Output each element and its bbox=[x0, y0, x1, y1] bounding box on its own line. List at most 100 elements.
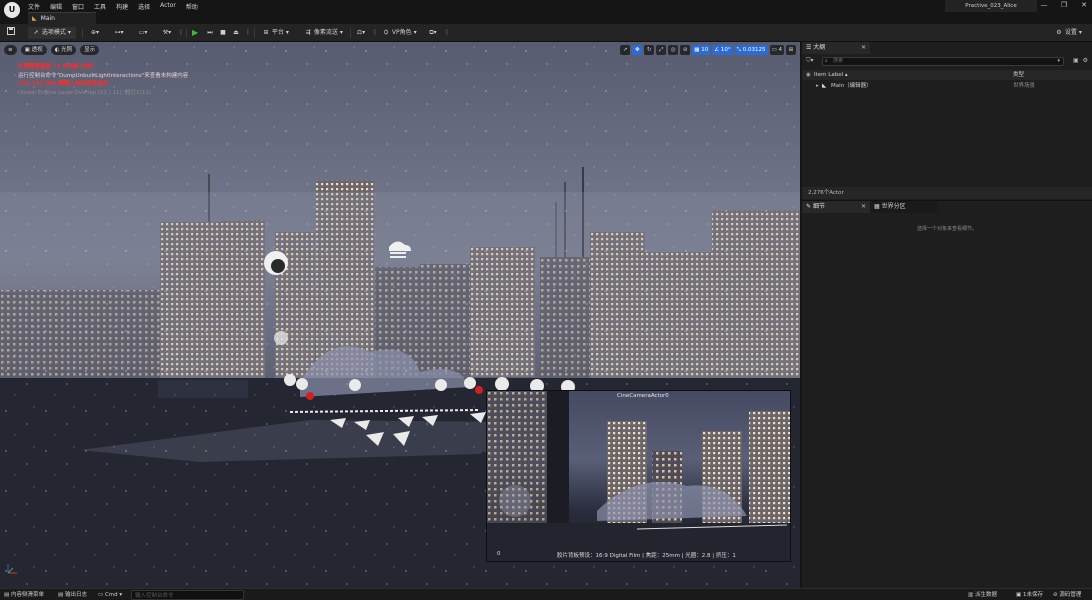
level-tab-label: Main bbox=[40, 15, 55, 22]
derived-data-button[interactable]: ▥ 派生数据 bbox=[968, 590, 997, 600]
menu-tools[interactable]: 工具 bbox=[94, 2, 106, 11]
menu-bar: U 文件 编辑 窗口 工具 构建 选择 Actor 帮助 Practive_02… bbox=[0, 0, 1092, 18]
minimize-icon[interactable]: — bbox=[1040, 1, 1048, 9]
chevron-down-icon: ▾ bbox=[1057, 58, 1060, 64]
status-bar: ▤ 内容侧滑菜单 ▤ 输出日志 ▭ Cmd ▾ 输入控制台命令 ▥ 派生数据 ▣… bbox=[0, 588, 1092, 600]
cinematics-icon[interactable]: ▭▾ bbox=[136, 27, 150, 39]
visibility-icon[interactable]: ◉ bbox=[806, 70, 811, 80]
source-control-button[interactable]: ⊘ 源码管理 bbox=[1053, 590, 1081, 600]
surface-snap-icon[interactable]: ⊘ bbox=[680, 45, 691, 55]
blueprint-icon[interactable]: ⊶▾ bbox=[112, 27, 126, 39]
play-button[interactable]: ▶ bbox=[192, 27, 198, 39]
perspective-button[interactable]: ▣ 透视 bbox=[20, 45, 47, 55]
content-drawer-button[interactable]: ▤ 内容侧滑菜单 bbox=[4, 590, 44, 600]
select-tool-icon[interactable]: ➚ bbox=[620, 45, 631, 55]
view-mode-button[interactable]: ◐ 光照 bbox=[50, 45, 77, 55]
menu-file[interactable]: 文件 bbox=[28, 2, 40, 11]
camera-speed-button[interactable]: ▭ 4 bbox=[769, 45, 784, 55]
texture-streaming-warning: 474.727 MiB 需要上的纹理流送池 bbox=[18, 81, 108, 87]
console-command-input[interactable]: 输入控制台命令 bbox=[131, 590, 244, 600]
viewport-warnings: 光照需要重建（1 未构建 对象） 运行控制台命令"DumpUnbuiltLigh… bbox=[18, 63, 188, 97]
output-log-icon: ▤ bbox=[58, 592, 65, 598]
platform-menu[interactable]: ⊞ 平台 ▾ bbox=[262, 27, 289, 39]
menu-build[interactable]: 构建 bbox=[116, 2, 128, 11]
add-content-icon[interactable]: ⊕▾ bbox=[88, 27, 102, 39]
save-icon[interactable] bbox=[4, 27, 18, 39]
outliner-search-input[interactable]: ⌕ 搜索 ▾ bbox=[822, 57, 1064, 66]
project-name-tab: Practive_023_Alice bbox=[945, 0, 1037, 12]
mode-selector[interactable]: ➚ 选项模式 ▾ bbox=[28, 27, 76, 39]
column-type[interactable]: 类型 bbox=[1013, 70, 1024, 80]
actor-count: 2,276个Actor bbox=[802, 187, 1092, 199]
pixel-streaming-menu[interactable]: ⇶ 像素流送 ▾ bbox=[304, 27, 343, 39]
console-icon: ▭ bbox=[98, 592, 105, 598]
menu-edit[interactable]: 编辑 bbox=[50, 2, 62, 11]
scale-tool-icon[interactable]: ⤢ bbox=[656, 45, 667, 55]
world-local-icon[interactable]: ◎ bbox=[668, 45, 679, 55]
camera-speed-value: 4 bbox=[778, 47, 783, 53]
menu-actor[interactable]: Actor bbox=[160, 2, 176, 11]
output-log-button[interactable]: ▤ 输出日志 bbox=[58, 590, 87, 600]
perspective-icon: ▣ bbox=[24, 47, 32, 53]
viewport-toolbar-right: ➚ ✥ ↻ ⤢ ◎ ⊘ ▦ 10 ∠ 10° ⤡ 0.03125 ▭ 4 ⊞ bbox=[620, 45, 796, 55]
more-options-icon[interactable]: ⋮ bbox=[368, 27, 382, 39]
build-icon[interactable]: ⚒▾ bbox=[160, 27, 174, 39]
scale-snap-toggle[interactable]: ⤡ 0.03125 bbox=[734, 45, 768, 55]
modeling-tools-icon[interactable]: ⚖▾ bbox=[354, 27, 368, 39]
stop-icon[interactable]: ■ bbox=[216, 27, 230, 39]
translate-tool-icon[interactable]: ✥ bbox=[632, 45, 643, 55]
unsaved-button[interactable]: ▣ 1未保存 bbox=[1016, 590, 1043, 600]
viewport-toolbar-left: ≡ ▣ 透视 ◐ 光照 显示 bbox=[4, 45, 100, 55]
level-icon: ◣ bbox=[822, 83, 827, 89]
multi-user-icon[interactable]: ⧉▾ bbox=[426, 27, 440, 39]
toolbar-divider bbox=[186, 28, 187, 38]
chevron-down-icon: ▾ bbox=[413, 29, 417, 36]
cmd-selector[interactable]: ▭ Cmd ▾ bbox=[98, 590, 122, 600]
settings-menu[interactable]: ⚙ 设置 ▾ bbox=[1055, 27, 1082, 39]
restore-icon[interactable]: ❐ bbox=[1060, 1, 1068, 9]
platform-icon: ⊞ bbox=[263, 29, 269, 36]
play-options-icon[interactable]: ⋮ bbox=[241, 27, 255, 39]
chevron-down-icon: ▾ bbox=[339, 29, 343, 36]
main-toolbar: ➚ 选项模式 ▾ ⊕▾ ⊶▾ ▭▾ ⚒▾ ⋮ ▶ ⏭ ■ ⏏ ⋮ ⊞ 平台 ▾ … bbox=[0, 24, 1092, 42]
content-drawer-label: 内容侧滑菜单 bbox=[10, 592, 44, 598]
unreal-logo-icon[interactable]: U bbox=[4, 2, 20, 18]
menu-window[interactable]: 窗口 bbox=[72, 2, 84, 11]
viewport-menu-icon[interactable]: ≡ bbox=[4, 45, 17, 55]
more-options-icon[interactable]: ⋮ bbox=[440, 27, 454, 39]
world-partition-icon: ▦ bbox=[874, 203, 882, 210]
tab-world-partition[interactable]: ▦ 世界分区 bbox=[870, 201, 938, 213]
close-icon[interactable]: ✕ bbox=[1080, 1, 1088, 9]
details-empty-message: 选择一个对象来查看细节。 bbox=[916, 226, 977, 232]
list-item[interactable]: ▸ ◣ Main（编辑器） 世界场景 bbox=[802, 81, 1092, 91]
column-item-label[interactable]: Item Label ▴ bbox=[814, 70, 848, 80]
maximize-viewport-icon[interactable]: ⊞ bbox=[786, 45, 796, 55]
rotation-snap-toggle[interactable]: ∠ 10° bbox=[712, 45, 733, 55]
tab-details[interactable]: ✎ 细节 ✕ bbox=[802, 201, 870, 213]
console-command-hint: 运行控制台命令"DumpUnbuiltLightInteractions"来查看… bbox=[18, 72, 189, 79]
level-viewport[interactable]: ≡ ▣ 透视 ◐ 光照 显示 ➚ ✥ ↻ ⤢ ◎ ⊘ ▦ 10 ∠ 10° ⤡ … bbox=[0, 42, 800, 588]
chevron-down-icon: ▾ bbox=[285, 29, 289, 36]
tab-outliner[interactable]: ☰ 大纲 ✕ bbox=[802, 42, 870, 54]
toolbar-divider bbox=[254, 28, 255, 38]
rotate-tool-icon[interactable]: ↻ bbox=[644, 45, 655, 55]
add-folder-icon[interactable]: ▣ bbox=[1073, 57, 1079, 64]
expand-arrow-icon[interactable]: ▸ bbox=[816, 81, 819, 91]
vp-role-menu[interactable]: ⛭ VP角色 ▾ bbox=[382, 27, 417, 39]
tab-main-level[interactable]: ◣ Main bbox=[28, 12, 96, 24]
grid-snap-toggle[interactable]: ▦ 10 bbox=[692, 45, 711, 55]
step-icon[interactable]: ⏭ bbox=[203, 27, 217, 39]
view-mode-label: 光照 bbox=[61, 47, 73, 53]
menu-help[interactable]: 帮助 bbox=[186, 2, 198, 11]
axis-gizmo-icon bbox=[5, 562, 19, 578]
gear-icon[interactable]: ⚙ bbox=[1083, 57, 1088, 64]
settings-label: 设置 bbox=[1064, 29, 1077, 36]
close-icon[interactable]: ✕ bbox=[861, 42, 866, 54]
show-button[interactable]: 显示 bbox=[80, 45, 100, 55]
filter-icon[interactable]: ⛉▾ bbox=[806, 57, 814, 65]
gear-icon: ⚙ bbox=[1056, 29, 1062, 36]
close-icon[interactable]: ✕ bbox=[861, 201, 866, 213]
unsaved-label: 1未保存 bbox=[1022, 592, 1043, 598]
chevron-down-icon: ▾ bbox=[67, 29, 71, 36]
menu-select[interactable]: 选择 bbox=[138, 2, 150, 11]
